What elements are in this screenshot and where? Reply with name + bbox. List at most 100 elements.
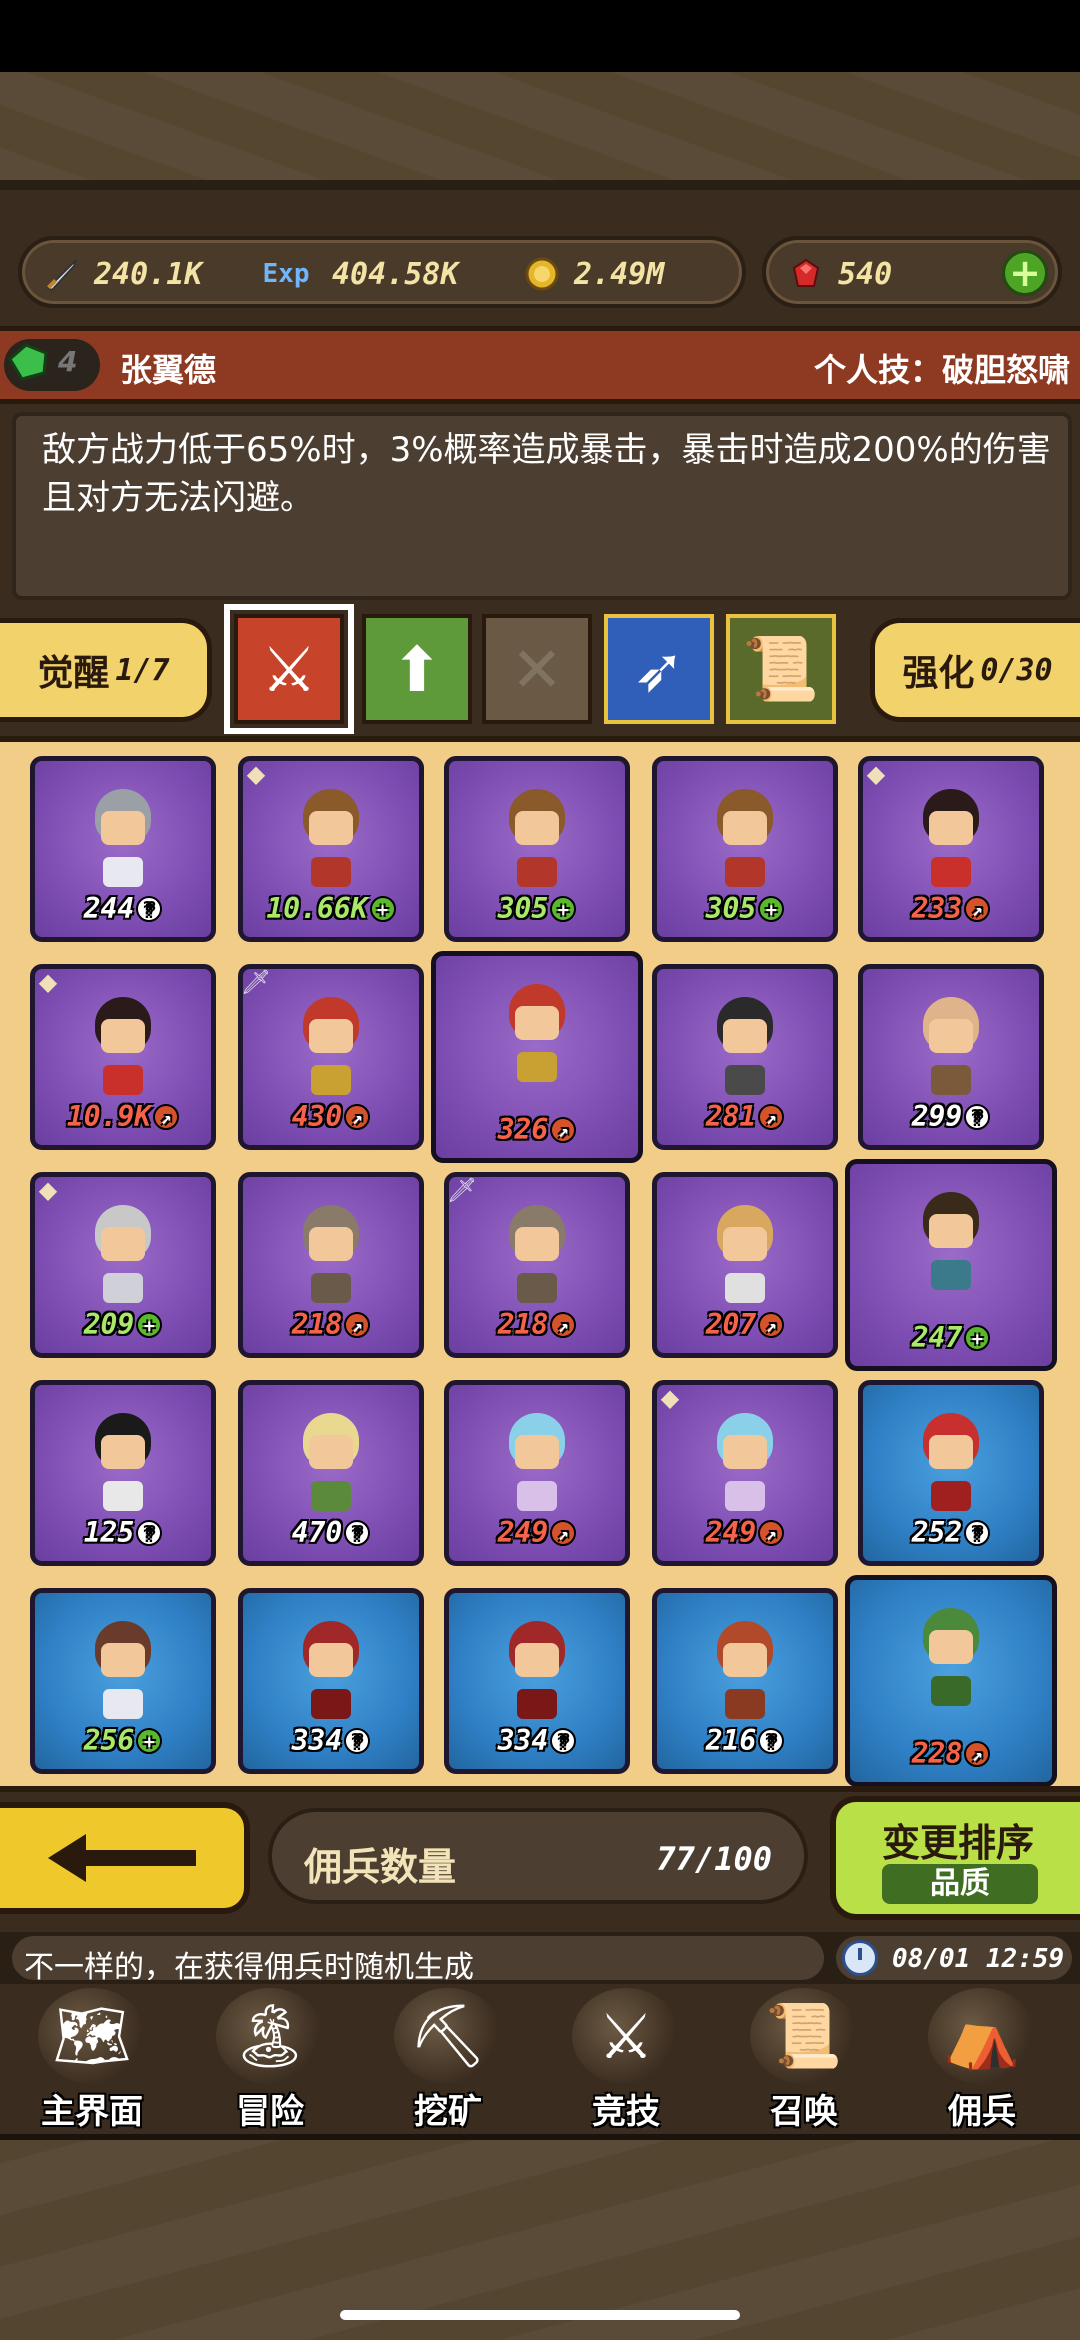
skill-slot-1[interactable]: ⚔ [224,604,354,734]
mercenary-portrait [73,789,173,901]
equip-badge-icon: ↗ [344,1104,371,1130]
skill-slot-3[interactable]: ✕ [482,614,592,724]
mercenary-level: 252? [863,1516,1039,1549]
nav-item[interactable]: ⛺ 佣兵 [894,1984,1070,2134]
mercenary-card[interactable]: ◆ 233 ↗ [858,756,1044,942]
mercenary-level: 334? [243,1724,419,1757]
level-number: 218 [291,1308,343,1341]
count-label: 佣兵数量 [304,1845,457,1889]
summon-scroll-icon: 📜 [750,1988,858,2084]
nav-label: 冒险 [236,2092,304,2132]
scroll-icon: 📜 [742,632,820,705]
mercenary-card[interactable]: 256 + [30,1588,216,1774]
level-number: 209 [83,1308,135,1341]
awaken-tab[interactable]: 觉醒 1/7 [0,618,212,722]
nav-label: 挖矿 [414,2092,482,2132]
level-number: 305 [497,892,549,925]
mercenary-portrait [901,997,1001,1109]
mercenary-level: 326 ↗ [436,1113,638,1146]
mercenary-card[interactable]: 228 ↗ [845,1575,1057,1786]
upgrade-badge-icon: + [550,896,577,922]
level-number: 334 [497,1724,549,1757]
mercenary-card[interactable]: 125? [30,1380,216,1566]
mercenary-card[interactable]: 334? [444,1588,630,1774]
nav-item[interactable]: 🏝 冒险 [182,1984,358,2134]
equip-badge-icon: ↗ [550,1312,577,1338]
unknown-badge-icon: ? [758,1728,785,1754]
level-number: 10.66K [266,892,368,925]
mercenary-card[interactable]: 281 ↗ [652,964,838,1150]
up-deal-icon: ⬆ [391,632,443,706]
skill-slot-4[interactable]: ➶ [604,614,714,724]
news-ticker: 不一样的，在获得佣兵时随机生成 08/01 12:59 [0,1932,1080,1984]
unknown-badge-icon: ? [550,1728,577,1754]
mercenary-card[interactable]: ◆ 10.9K ↗ [30,964,216,1150]
mercenary-count: 佣兵数量 77/100 [268,1808,808,1904]
mercenary-card[interactable]: 244? [30,756,216,942]
mercenary-card[interactable]: 334? [238,1588,424,1774]
mercenary-card[interactable]: ◆ 249 ↗ [652,1380,838,1566]
mercenary-card[interactable]: ◆ 209 + [30,1172,216,1358]
mercenary-card[interactable]: 470? [238,1380,424,1566]
mercenary-portrait [901,789,1001,901]
coin-icon [520,252,564,296]
home-indicator[interactable] [340,2310,740,2320]
mercenary-portrait [487,1621,587,1733]
sword-tag-icon: 🗡 [240,968,272,996]
level-number: 334 [291,1724,343,1757]
mercenary-card[interactable]: 207 ↗ [652,1172,838,1358]
level-number: 470 [291,1516,343,1549]
nav-item[interactable]: ⚔ 竞技 [538,1984,714,2134]
mercenary-card[interactable]: 🗡 430 ↗ [238,964,424,1150]
enhance-tab[interactable]: 强化 0/30 [870,618,1080,722]
mercenary-level: 299? [863,1100,1039,1133]
resource-bar: 240.1K Exp 404.58K 2.49M [18,236,746,308]
left-arrow-icon [48,1834,196,1882]
back-button[interactable] [0,1802,250,1914]
mercenary-portrait [281,1205,381,1317]
mercenary-card[interactable]: ◆ 10.66K + [238,756,424,942]
mercenary-level: 247 + [850,1321,1052,1354]
mercenary-card[interactable]: 218 ↗ [238,1172,424,1358]
mercenary-level: 10.66K + [243,892,419,925]
mercenary-card[interactable]: 249 ↗ [444,1380,630,1566]
mercenary-card[interactable]: 252? [858,1380,1044,1566]
time-display: 08/01 12:59 [836,1936,1072,1980]
mercenary-card[interactable]: 305 + [652,756,838,942]
hero-gem-level: 4 [58,345,78,378]
mercenary-card[interactable]: 299? [858,964,1044,1150]
mercenary-portrait [487,789,587,901]
mercenary-card[interactable]: 216? [652,1588,838,1774]
mercenary-card[interactable]: 326 ↗ [431,951,643,1163]
crossed-blades-icon: ⚔ [261,632,317,706]
mercenary-card[interactable]: 305 + [444,756,630,942]
upgrade-badge-icon: + [369,896,396,922]
attack-resource: 240.1K [40,252,202,296]
mercenary-portrait [695,1205,795,1317]
exp-resource: Exp 404.58K [250,252,459,296]
nav-item[interactable]: 🗺 主界面 [4,1984,180,2134]
skill-description: 敌方战力低于65%时，3%概率造成暴击，暴击时造成200%的伤害且对方无法闪避。 [42,430,1051,518]
skill-slot-2[interactable]: ⬆ [362,614,472,724]
mercenary-portrait [73,1621,173,1733]
sort-label: 变更排序 [881,1821,1034,1865]
mercenary-level: 209 + [35,1308,211,1341]
gold-resource: 2.49M [520,252,664,296]
skill-slot-5[interactable]: 📜 [726,614,836,724]
mercenary-level: 125? [35,1516,211,1549]
add-gems-button[interactable]: + [1002,250,1048,296]
nav-item[interactable]: 📜 召唤 [716,1984,892,2134]
nav-item[interactable]: ⛏ 挖矿 [360,1984,536,2134]
upgrade-badge-icon: + [136,1728,163,1754]
change-sort-button[interactable]: 变更排序 品质 [830,1796,1080,1920]
level-number: 281 [705,1100,757,1133]
mercenary-card[interactable]: 247 + [845,1159,1057,1371]
unknown-badge-icon: ? [136,896,163,922]
level-number: 247 [911,1321,963,1354]
equip-badge-icon: ↗ [153,1104,180,1130]
map-scroll-icon: 🗺 [38,1988,146,2084]
map-background-top [0,72,1080,190]
mercenary-card[interactable]: 🗡 218 ↗ [444,1172,630,1358]
equip-badge-icon: ↗ [758,1104,785,1130]
mercenary-level: 470? [243,1516,419,1549]
